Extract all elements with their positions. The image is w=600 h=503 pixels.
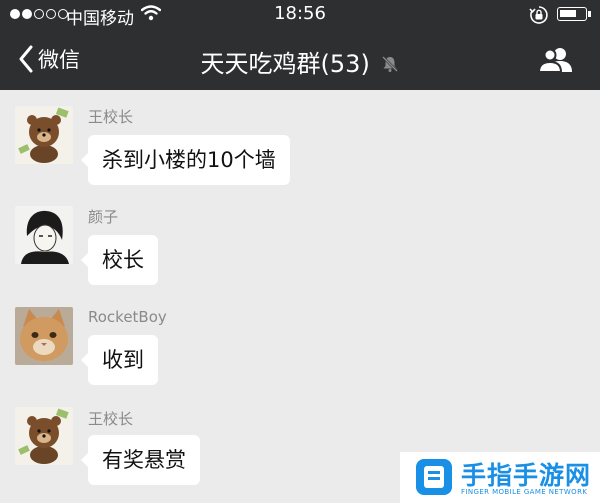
rotation-lock-icon	[529, 5, 549, 30]
watermark-tagline: FINGER MOBILE GAME NETWORK	[461, 488, 588, 496]
message-list[interactable]: 王校长 杀到小楼的10个墙 颜子 校长 RocketBoy 收到 王校长 有奖悬…	[0, 90, 600, 503]
message-row: 王校长 杀到小楼的10个墙	[0, 90, 600, 190]
avatar[interactable]	[15, 307, 73, 365]
finger-logo-icon	[416, 459, 452, 495]
chat-title-row: 天天吃鸡群(53)	[0, 44, 600, 79]
status-time: 18:56	[274, 3, 326, 24]
message-bubble[interactable]: 杀到小楼的10个墙	[81, 135, 290, 185]
chat-header: 微信 天天吃鸡群(53)	[0, 30, 600, 90]
group-members-button[interactable]	[537, 46, 574, 78]
orange-cat-photo-icon	[15, 307, 73, 365]
avatar[interactable]	[15, 407, 73, 465]
message-bubble[interactable]: 校长	[81, 235, 158, 285]
avatar[interactable]	[15, 206, 73, 264]
status-bar: 中国移动 18:56	[0, 0, 600, 30]
ink-sketch-portrait-icon	[15, 206, 73, 264]
brown-bear-sticker-icon	[15, 407, 73, 465]
sender-name: 王校长	[88, 108, 134, 126]
watermark-name: 手指手游网	[461, 461, 592, 490]
sender-name: 颜子	[88, 208, 119, 226]
chat-title: 天天吃鸡群(53)	[200, 50, 370, 78]
message-row: RocketBoy 收到	[0, 290, 600, 390]
message-row: 颜子 校长	[0, 190, 600, 290]
brown-bear-sticker-icon	[15, 106, 73, 164]
watermark: 手指手游网 FINGER MOBILE GAME NETWORK	[400, 452, 600, 503]
mute-bell-icon	[381, 51, 399, 79]
message-bubble[interactable]: 有奖悬赏	[81, 435, 200, 485]
sender-name: RocketBoy	[88, 308, 167, 326]
message-bubble[interactable]: 收到	[81, 335, 158, 385]
avatar[interactable]	[15, 106, 73, 164]
sender-name: 王校长	[88, 410, 134, 428]
group-members-icon	[537, 48, 572, 73]
battery-icon	[557, 7, 591, 21]
